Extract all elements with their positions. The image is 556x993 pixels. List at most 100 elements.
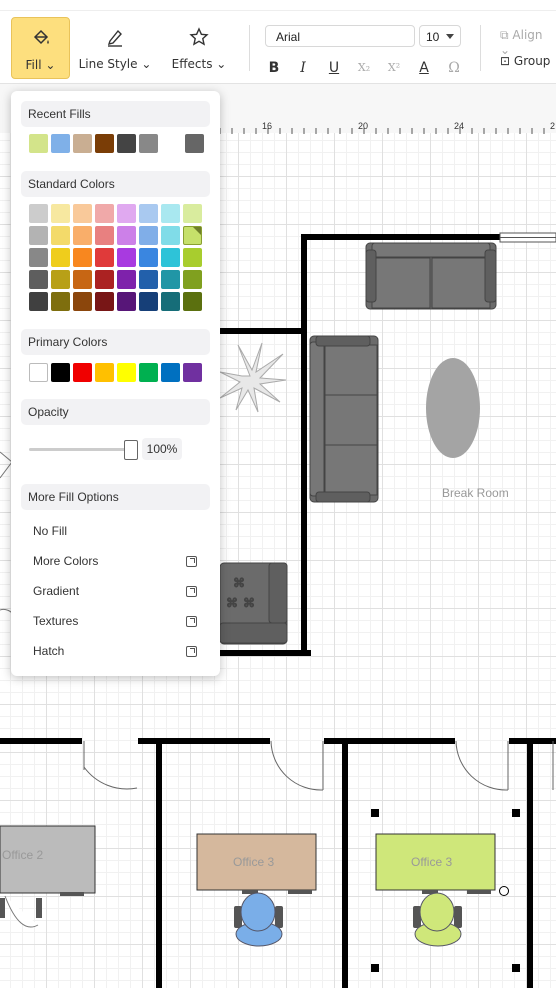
opacity-value[interactable]: 100% xyxy=(142,438,182,460)
primary-color-swatch[interactable] xyxy=(51,363,70,382)
opacity-header: Opacity xyxy=(21,399,210,425)
standard-color-swatch[interactable] xyxy=(51,270,70,289)
office-chair-green xyxy=(413,892,462,947)
gradient-option[interactable]: Gradient xyxy=(33,584,79,598)
primary-color-swatch[interactable] xyxy=(117,363,136,382)
font-color-button[interactable]: A xyxy=(414,58,434,78)
standard-color-swatch[interactable] xyxy=(73,248,92,267)
standard-color-swatch[interactable] xyxy=(73,204,92,223)
toolbar-divider xyxy=(249,25,250,71)
underline-button[interactable]: U xyxy=(324,58,344,78)
no-fill-option[interactable]: No Fill xyxy=(33,524,67,538)
standard-color-swatch[interactable] xyxy=(139,226,158,245)
recent-color-swatch[interactable] xyxy=(51,134,70,153)
standard-color-swatch[interactable] xyxy=(161,270,180,289)
standard-color-swatch[interactable] xyxy=(29,270,48,289)
standard-color-swatch[interactable] xyxy=(95,204,114,223)
sofa-left xyxy=(309,335,379,503)
standard-color-swatch[interactable] xyxy=(183,292,202,311)
standard-color-swatch[interactable] xyxy=(161,226,180,245)
doors xyxy=(83,740,554,791)
superscript-button[interactable]: X² xyxy=(384,58,404,78)
standard-color-swatch[interactable] xyxy=(51,248,70,267)
recent-color-swatch[interactable] xyxy=(185,134,204,153)
standard-color-swatch[interactable] xyxy=(51,204,70,223)
primary-color-swatch[interactable] xyxy=(183,363,202,382)
standard-color-swatch[interactable] xyxy=(183,204,202,223)
open-external-icon xyxy=(186,556,197,567)
align-button[interactable]: ⧉ Align ⌄ xyxy=(500,28,556,57)
plant-icon xyxy=(219,342,287,413)
standard-color-swatch[interactable] xyxy=(139,292,158,311)
bold-button[interactable]: B xyxy=(264,58,284,78)
standard-color-swatch[interactable] xyxy=(29,292,48,311)
armchair: ⌘ ⌘ ⌘ xyxy=(219,562,288,645)
font-family-select[interactable]: Arial xyxy=(265,25,415,47)
svg-text:⌘: ⌘ xyxy=(226,596,238,610)
recent-color-swatch[interactable] xyxy=(29,134,48,153)
recent-color-swatch[interactable] xyxy=(73,134,92,153)
office-desk-3: Office 3 xyxy=(375,833,496,894)
standard-color-swatch[interactable] xyxy=(29,226,48,245)
standard-color-swatch[interactable] xyxy=(117,248,136,267)
recent-color-swatch[interactable] xyxy=(139,134,158,153)
italic-button[interactable]: I xyxy=(293,58,313,78)
standard-color-swatch[interactable] xyxy=(95,270,114,289)
standard-color-swatch[interactable] xyxy=(95,292,114,311)
opacity-slider-thumb[interactable] xyxy=(124,440,138,460)
primary-colors-header: Primary Colors xyxy=(21,329,210,355)
paint-bucket-icon xyxy=(33,29,49,45)
textures-option[interactable]: Textures xyxy=(33,614,78,628)
line-style-button[interactable]: Line Style ⌄ xyxy=(76,17,154,77)
standard-color-swatch[interactable] xyxy=(139,270,158,289)
standard-color-swatch[interactable] xyxy=(183,270,202,289)
primary-color-swatch[interactable] xyxy=(139,363,158,382)
star-icon xyxy=(189,27,209,46)
more-colors-option[interactable]: More Colors xyxy=(33,554,98,568)
standard-color-swatch[interactable] xyxy=(183,226,202,245)
standard-color-swatch[interactable] xyxy=(139,204,158,223)
standard-color-swatch[interactable] xyxy=(117,204,136,223)
ruler-label: 20 xyxy=(358,121,369,131)
hatch-option[interactable]: Hatch xyxy=(33,644,64,658)
fill-label: Fill xyxy=(25,58,42,72)
primary-color-swatch[interactable] xyxy=(95,363,114,382)
group-button[interactable]: ⊡ Group xyxy=(500,54,550,68)
standard-color-swatch[interactable] xyxy=(73,270,92,289)
recent-fills-header: Recent Fills xyxy=(21,101,210,127)
standard-color-swatch[interactable] xyxy=(95,248,114,267)
opacity-slider-track[interactable] xyxy=(29,448,133,451)
standard-color-swatch[interactable] xyxy=(117,292,136,311)
primary-color-swatch[interactable] xyxy=(161,363,180,382)
recent-color-swatch[interactable] xyxy=(117,134,136,153)
ruler-label: 2 xyxy=(550,121,556,131)
effects-button[interactable]: Effects ⌄ xyxy=(168,17,230,77)
font-size-select[interactable]: 10 xyxy=(419,25,461,47)
fill-button[interactable]: Fill ⌄ xyxy=(11,17,70,79)
standard-color-swatch[interactable] xyxy=(161,204,180,223)
oval-table xyxy=(426,358,480,458)
standard-color-swatch[interactable] xyxy=(29,204,48,223)
special-character-button[interactable]: Ω xyxy=(444,58,464,78)
standard-color-swatch[interactable] xyxy=(161,248,180,267)
selected-corner-icon xyxy=(193,227,201,235)
standard-color-swatch[interactable] xyxy=(29,248,48,267)
primary-color-swatch[interactable] xyxy=(73,363,92,382)
standard-color-swatch[interactable] xyxy=(139,248,158,267)
open-external-icon xyxy=(186,586,197,597)
standard-color-swatch[interactable] xyxy=(73,226,92,245)
recent-color-swatch[interactable] xyxy=(95,134,114,153)
pen-icon xyxy=(107,29,122,47)
standard-color-swatch[interactable] xyxy=(51,226,70,245)
primary-color-swatch[interactable] xyxy=(29,363,48,382)
standard-color-swatch[interactable] xyxy=(117,270,136,289)
group-icon: ⊡ xyxy=(500,54,511,68)
standard-color-swatch[interactable] xyxy=(183,248,202,267)
standard-color-swatch[interactable] xyxy=(95,226,114,245)
standard-color-swatch[interactable] xyxy=(51,292,70,311)
standard-color-swatch[interactable] xyxy=(73,292,92,311)
align-label: Align xyxy=(512,28,543,42)
subscript-button[interactable]: X₂ xyxy=(354,58,374,78)
standard-color-swatch[interactable] xyxy=(161,292,180,311)
standard-color-swatch[interactable] xyxy=(117,226,136,245)
